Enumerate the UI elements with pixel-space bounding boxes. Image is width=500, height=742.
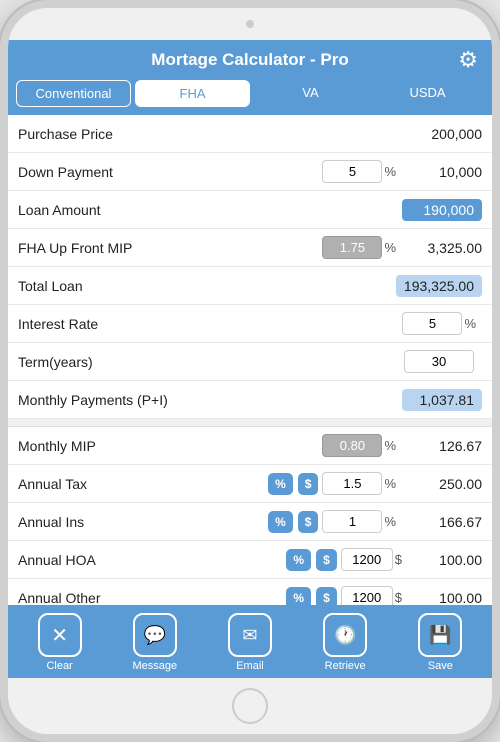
clear-icon: ✕ [38,613,82,657]
clear-label: Clear [46,660,72,672]
fha-mip-value: 3,325.00 [402,240,482,256]
row-purchase-price: Purchase Price 200,000 [8,115,492,153]
annual-other-dollar-suffix: $ [395,590,402,605]
monthly-payments-value: 1,037.81 [402,389,482,411]
annual-other-dollar-btn[interactable]: $ [316,587,337,606]
row-monthly-payments: Monthly Payments (P+I) 1,037.81 [8,381,492,419]
device: Mortage Calculator - Pro ⚙ Conventional … [0,0,500,742]
content-area: Purchase Price 200,000 Down Payment % 10… [8,115,492,605]
term-years-input[interactable] [404,350,474,373]
annual-ins-label: Annual Ins [18,514,265,530]
annual-hoa-input[interactable] [341,548,393,571]
row-annual-hoa: Annual HOA % $ $ 100.00 [8,541,492,579]
gear-icon[interactable]: ⚙ [458,47,478,73]
down-payment-label: Down Payment [18,164,322,180]
interest-rate-pct: % [464,316,476,331]
total-loan-label: Total Loan [18,278,396,294]
row-term-years: Term(years) [8,343,492,381]
annual-hoa-value: 100.00 [402,552,482,568]
retrieve-label: Retrieve [325,660,366,672]
annual-hoa-pct-btn[interactable]: % [286,549,311,571]
purchase-price-value: 200,000 [402,126,482,142]
annual-tax-input[interactable] [322,472,382,495]
tab-va[interactable]: VA [254,80,367,107]
purchase-price-label: Purchase Price [18,126,402,142]
down-payment-value: 10,000 [402,164,482,180]
interest-rate-label: Interest Rate [18,316,402,332]
message-label: Message [132,660,177,672]
annual-ins-input[interactable] [322,510,382,533]
down-payment-pct: % [384,164,396,179]
row-monthly-mip: Monthly MIP % 126.67 [8,427,492,465]
separator [8,419,492,427]
row-annual-tax: Annual Tax % $ % 250.00 [8,465,492,503]
row-total-loan: Total Loan 193,325.00 [8,267,492,305]
annual-tax-dollar-btn[interactable]: $ [298,473,319,495]
retrieve-button[interactable]: 🕐 Retrieve [315,613,375,672]
clear-button[interactable]: ✕ Clear [30,613,90,672]
annual-other-value: 100.00 [402,590,482,606]
camera [246,20,254,28]
tab-bar: Conventional FHA VA USDA [8,80,492,115]
save-icon: 💾 [418,613,462,657]
home-button[interactable] [232,688,268,724]
annual-ins-pct-btn[interactable]: % [268,511,293,533]
annual-other-pct-btn[interactable]: % [286,587,311,606]
save-button[interactable]: 💾 Save [410,613,470,672]
save-label: Save [428,660,453,672]
annual-hoa-dollar-suffix: $ [395,552,402,567]
fha-mip-label: FHA Up Front MIP [18,240,322,256]
interest-rate-input[interactable] [402,312,462,335]
term-years-label: Term(years) [18,354,404,370]
annual-tax-pct-btn[interactable]: % [268,473,293,495]
annual-other-label: Annual Other [18,590,283,606]
header: Mortage Calculator - Pro ⚙ [8,40,492,80]
loan-amount-label: Loan Amount [18,202,402,218]
total-loan-value: 193,325.00 [396,275,482,297]
row-interest-rate: Interest Rate % [8,305,492,343]
down-payment-input[interactable] [322,160,382,183]
message-button[interactable]: 💬 Message [125,613,185,672]
row-fha-mip: FHA Up Front MIP % 3,325.00 [8,229,492,267]
device-bottom [8,678,492,734]
monthly-mip-value: 126.67 [402,438,482,454]
row-annual-ins: Annual Ins % $ % 166.67 [8,503,492,541]
annual-hoa-label: Annual HOA [18,552,283,568]
tab-usda[interactable]: USDA [371,80,484,107]
tab-fha[interactable]: FHA [135,80,250,107]
tab-conventional[interactable]: Conventional [16,80,131,107]
retrieve-icon: 🕐 [323,613,367,657]
annual-tax-pct: % [384,476,396,491]
email-label: Email [236,660,264,672]
monthly-mip-pct: % [384,438,396,453]
message-icon: 💬 [133,613,177,657]
loan-amount-value: 190,000 [402,199,482,221]
screen: Mortage Calculator - Pro ⚙ Conventional … [8,40,492,678]
row-annual-other: Annual Other % $ $ 100.00 [8,579,492,605]
annual-tax-label: Annual Tax [18,476,265,492]
annual-other-controls: % $ [283,587,336,606]
annual-ins-dollar-btn[interactable]: $ [298,511,319,533]
annual-other-input[interactable] [341,586,393,605]
device-top [8,8,492,40]
monthly-payments-label: Monthly Payments (P+I) [18,392,402,408]
app-title: Mortage Calculator - Pro [151,50,348,70]
bottom-bar: ✕ Clear 💬 Message ✉ Email 🕐 Retrieve 💾 S… [8,605,492,678]
fha-mip-pct: % [384,240,396,255]
row-down-payment: Down Payment % 10,000 [8,153,492,191]
annual-hoa-dollar-btn[interactable]: $ [316,549,337,571]
annual-tax-value: 250.00 [402,476,482,492]
email-icon: ✉ [228,613,272,657]
annual-tax-controls: % $ [265,473,318,495]
annual-ins-controls: % $ [265,511,318,533]
monthly-mip-label: Monthly MIP [18,438,322,454]
annual-hoa-controls: % $ [283,549,336,571]
fha-mip-input[interactable] [322,236,382,259]
monthly-mip-input[interactable] [322,434,382,457]
email-button[interactable]: ✉ Email [220,613,280,672]
annual-ins-value: 166.67 [402,514,482,530]
row-loan-amount: Loan Amount 190,000 [8,191,492,229]
annual-ins-pct: % [384,514,396,529]
